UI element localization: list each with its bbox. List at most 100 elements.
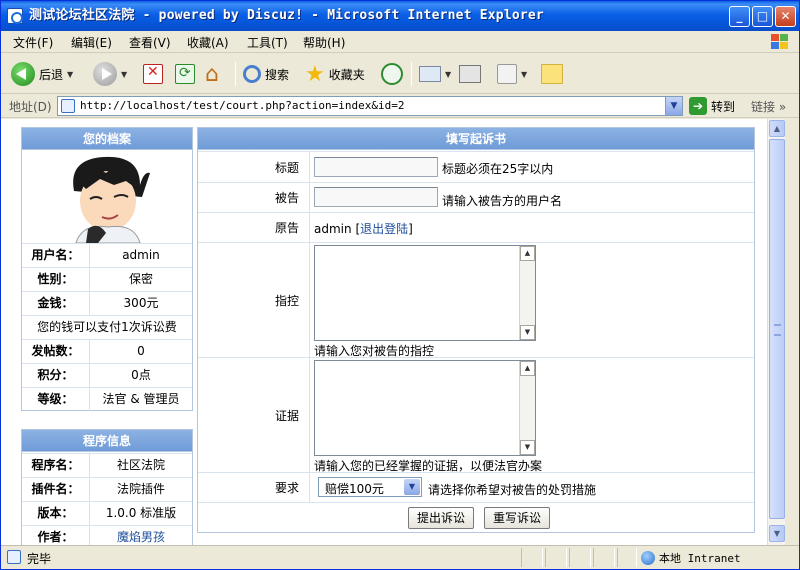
status-segment: [593, 548, 615, 567]
scroll-up-icon[interactable]: ▲: [769, 120, 785, 137]
version-key: 版本：: [22, 502, 90, 525]
history-button[interactable]: [381, 60, 403, 88]
search-button[interactable]: 搜索: [243, 60, 289, 88]
accusation-textarea[interactable]: ▲ ▼: [314, 245, 536, 341]
menu-favorites[interactable]: 收藏(A): [187, 34, 229, 51]
profile-row-money: 金钱： 300元: [22, 291, 192, 315]
status-text: 完毕: [27, 552, 52, 566]
textarea-scrollbar[interactable]: ▲ ▼: [519, 361, 535, 455]
defendant-label: 被告: [198, 183, 310, 212]
profile-note-row: 您的钱可以支付1次诉讼费: [22, 315, 192, 339]
plaintiff-text: admin [退出登陆]: [314, 220, 413, 237]
complaint-form-panel: 填写起诉书 标题 标题必须在25字以内 被告 请输入被告方的用户名 原告 adm…: [197, 127, 755, 533]
chevron-down-icon[interactable]: ▼: [665, 97, 682, 115]
search-label: 搜索: [265, 67, 290, 82]
scroll-up-icon[interactable]: ▲: [520, 246, 535, 261]
submit-button[interactable]: 提出诉讼: [408, 507, 475, 529]
logout-bracket-close: ]: [408, 222, 413, 236]
program-row-name: 程序名： 社区法院: [22, 453, 192, 477]
menu-file[interactable]: 文件(F): [13, 34, 53, 51]
stop-button[interactable]: ✕: [143, 60, 163, 88]
defendant-hint: 请输入被告方的用户名: [442, 194, 563, 208]
go-button[interactable]: ➔ 转到: [689, 97, 735, 115]
links-label: 链接: [751, 100, 776, 114]
chevron-down-icon[interactable]: ▼: [521, 70, 527, 79]
title-bar: 测试论坛社区法院 - powered by Discuz! - Microsof…: [1, 1, 799, 31]
menu-help[interactable]: 帮助(H): [303, 34, 345, 51]
textarea-scrollbar[interactable]: ▲ ▼: [519, 246, 535, 340]
logout-link[interactable]: 退出登陆: [360, 222, 408, 236]
level-key: 等级：: [22, 388, 90, 411]
chevron-down-icon[interactable]: ▼: [121, 70, 127, 79]
profile-panel: 您的档案 用户名： admin 性别： 保密 金钱： 300元 您的钱可以支付1…: [21, 127, 193, 411]
address-url[interactable]: http://localhost/test/court.php?action=i…: [80, 99, 405, 112]
reset-button[interactable]: 重写诉讼: [484, 507, 551, 529]
refresh-button[interactable]: ⟳: [175, 60, 195, 88]
scroll-down-icon[interactable]: ▼: [769, 525, 785, 542]
accusation-label: 指控: [198, 243, 310, 357]
print-button[interactable]: [459, 60, 481, 88]
mail-button[interactable]: ▼: [419, 60, 451, 88]
back-button[interactable]: 后退 ▼: [11, 60, 73, 88]
evidence-textarea[interactable]: ▲ ▼: [314, 360, 536, 456]
page-scrollbar[interactable]: ▲ ▼: [767, 119, 785, 545]
program-row-plugin: 插件名： 法院插件: [22, 477, 192, 501]
back-label: 后退: [39, 67, 64, 82]
scroll-down-icon[interactable]: ▼: [520, 325, 535, 340]
chevron-down-icon[interactable]: ▼: [67, 70, 73, 79]
chevron-down-icon[interactable]: ▼: [404, 479, 420, 495]
address-input[interactable]: http://localhost/test/court.php?action=i…: [57, 96, 683, 116]
go-arrow-icon: ➔: [689, 97, 707, 115]
home-button[interactable]: ⌂: [205, 60, 219, 88]
form-buttons-row: 提出诉讼 重写诉讼: [198, 502, 754, 533]
favorites-button[interactable]: ★ 收藏夹: [305, 60, 365, 88]
search-icon: [243, 65, 261, 83]
menu-edit[interactable]: 编辑(E): [71, 34, 112, 51]
edit-button[interactable]: ▼: [497, 60, 527, 88]
home-icon: ⌂: [205, 61, 219, 87]
page-content: 您的档案 用户名： admin 性别： 保密 金钱： 300元 您的钱可以支付1…: [1, 119, 767, 545]
note-icon: [541, 64, 563, 84]
scroll-down-icon[interactable]: ▼: [520, 440, 535, 455]
minimize-button[interactable]: _: [729, 6, 750, 27]
subject-input[interactable]: [314, 157, 438, 177]
close-button[interactable]: ✕: [775, 6, 796, 27]
program-name-key: 程序名：: [22, 454, 90, 477]
author-key: 作者：: [22, 526, 90, 545]
status-segment: [545, 548, 567, 567]
subject-hint: 标题必须在25字以内: [442, 162, 554, 176]
maximize-button[interactable]: □: [752, 6, 773, 27]
links-button[interactable]: 链接 »: [751, 98, 786, 115]
author-link[interactable]: 魔焰男孩: [90, 526, 192, 545]
posts-key: 发帖数：: [22, 340, 90, 363]
page-icon: [61, 99, 75, 113]
points-key: 积分：: [22, 364, 90, 387]
history-icon: [381, 63, 403, 85]
zone-label: 本地 Intranet: [659, 552, 741, 565]
stop-icon: ✕: [143, 64, 163, 84]
gender-key: 性别：: [22, 268, 90, 291]
points-value: 0点: [131, 368, 151, 382]
money-value: 300元: [123, 296, 159, 310]
globe-icon: [641, 551, 655, 565]
messenger-button[interactable]: [541, 60, 563, 88]
defendant-input[interactable]: [314, 187, 438, 207]
menu-view[interactable]: 查看(V): [129, 34, 171, 51]
avatar: [22, 151, 192, 244]
form-title: 填写起诉书: [198, 128, 754, 150]
status-segment: [569, 548, 591, 567]
scrollbar-thumb[interactable]: [769, 139, 785, 519]
chevron-down-icon[interactable]: ▼: [445, 70, 451, 79]
toolbar-separator: [411, 62, 412, 86]
status-segment: [521, 548, 543, 567]
profile-row-posts: 发帖数： 0: [22, 339, 192, 363]
program-name-value: 社区法院: [116, 458, 165, 472]
demand-select[interactable]: 赔偿100元 ▼: [318, 477, 422, 497]
menu-tools[interactable]: 工具(T): [247, 34, 288, 51]
program-row-version: 版本： 1.0.0 标准版: [22, 501, 192, 525]
version-value: 1.0.0 标准版: [105, 506, 177, 520]
scroll-up-icon[interactable]: ▲: [520, 361, 535, 376]
security-zone: 本地 Intranet: [641, 550, 741, 566]
forward-button[interactable]: ▼: [93, 60, 127, 88]
back-arrow-icon: [11, 62, 35, 86]
